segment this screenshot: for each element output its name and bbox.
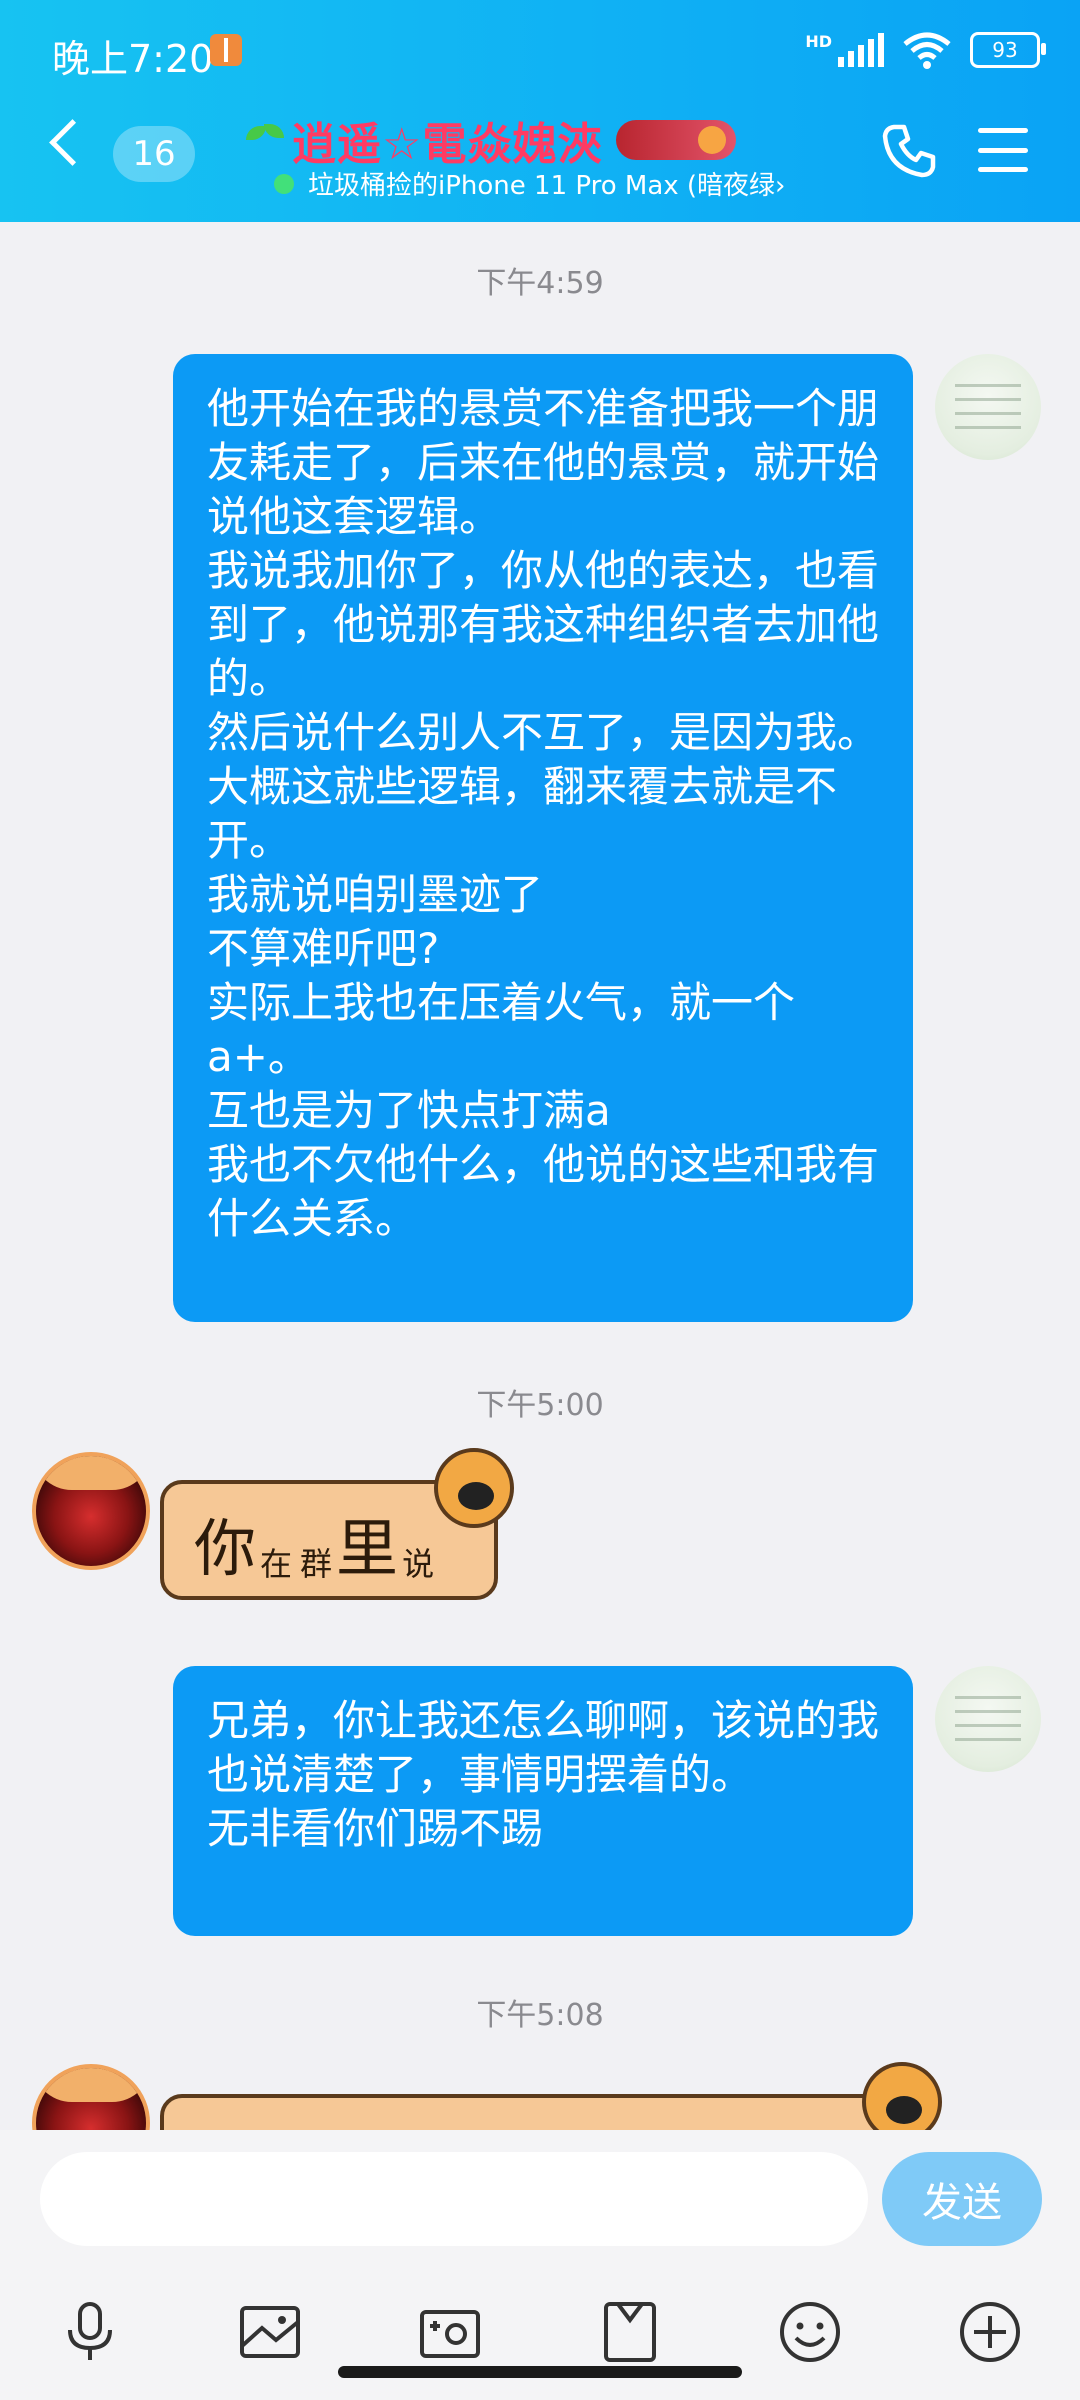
- device-status[interactable]: 垃圾桶捡的iPhone 11 Pro Max (暗夜绿›: [274, 165, 785, 202]
- sticker-text: 里: [336, 1512, 399, 1585]
- device-status-text: 垃圾桶捡的iPhone 11 Pro Max (暗夜绿›: [308, 171, 786, 201]
- contact-avatar[interactable]: [32, 1452, 150, 1570]
- microphone-icon[interactable]: [56, 2298, 124, 2366]
- network-label: HD: [805, 31, 832, 51]
- sticker-message[interactable]: 你 在 群 里 说: [160, 1448, 514, 1600]
- sticker-text: 群: [300, 1545, 333, 1583]
- emoji-icon[interactable]: [776, 2298, 844, 2366]
- unread-count-badge[interactable]: 16: [113, 126, 195, 182]
- gift-icon: [210, 34, 242, 66]
- chat-header: 晚上7:20 HD 93 16 逍遥☆電焱媿浹 垃圾桶捡的iPhone 11 P…: [0, 0, 1080, 222]
- image-icon[interactable]: [236, 2298, 304, 2366]
- back-icon[interactable]: [49, 119, 96, 166]
- battery-icon: 93: [970, 32, 1046, 68]
- status-icons: HD 93: [805, 30, 1046, 70]
- tiger-face-icon: [434, 1448, 514, 1528]
- home-indicator[interactable]: [338, 2366, 742, 2378]
- sticker-text: 在: [260, 1545, 293, 1583]
- wifi-icon: [903, 32, 951, 69]
- my-avatar[interactable]: [935, 1666, 1041, 1772]
- message-bubble-outgoing[interactable]: 兄弟，你让我还怎么聊啊，该说的我也说清楚了，事情明摆着的。 无非看你们踢不踢: [173, 1666, 913, 1936]
- input-area: 发送: [0, 2130, 1080, 2400]
- message-input[interactable]: [40, 2152, 868, 2246]
- camera-icon[interactable]: [416, 2298, 484, 2366]
- message-list[interactable]: 下午4:59 他开始在我的悬赏不准备把我一个朋友耗走了，后来在他的悬赏，就开始说…: [0, 222, 1080, 2130]
- battery-level: 93: [992, 38, 1018, 62]
- timestamp: 下午4:59: [476, 266, 604, 301]
- sticker-text: 你: [194, 1512, 257, 1585]
- file-icon[interactable]: [596, 2298, 664, 2366]
- online-dot-icon: [274, 173, 294, 194]
- menu-icon[interactable]: [978, 128, 1028, 172]
- message-bubble-outgoing[interactable]: 他开始在我的悬赏不准备把我一个朋友耗走了，后来在他的悬赏，就开始说他这套逻辑。 …: [173, 354, 913, 1322]
- sticker-message[interactable]: [160, 2062, 942, 2130]
- timestamp: 下午5:08: [476, 1998, 604, 2033]
- phone-icon[interactable]: [880, 122, 938, 180]
- input-toolbar: [0, 2280, 1080, 2380]
- nickname-badge-icon: [616, 120, 737, 160]
- sprout-icon: [244, 120, 286, 160]
- sticker-text: 说: [402, 1545, 435, 1583]
- plus-icon[interactable]: [956, 2298, 1024, 2366]
- status-time: 晚上7:20: [52, 37, 214, 81]
- send-button[interactable]: 发送: [882, 2152, 1042, 2246]
- signal-icon: [838, 33, 884, 67]
- my-avatar[interactable]: [935, 354, 1041, 460]
- tiger-face-icon: [862, 2062, 942, 2130]
- chat-title[interactable]: 逍遥☆電焱媿浹: [244, 108, 737, 172]
- timestamp: 下午5:00: [476, 1388, 604, 1423]
- contact-name: 逍遥☆電焱媿浹: [292, 119, 603, 170]
- contact-avatar[interactable]: [32, 2064, 150, 2130]
